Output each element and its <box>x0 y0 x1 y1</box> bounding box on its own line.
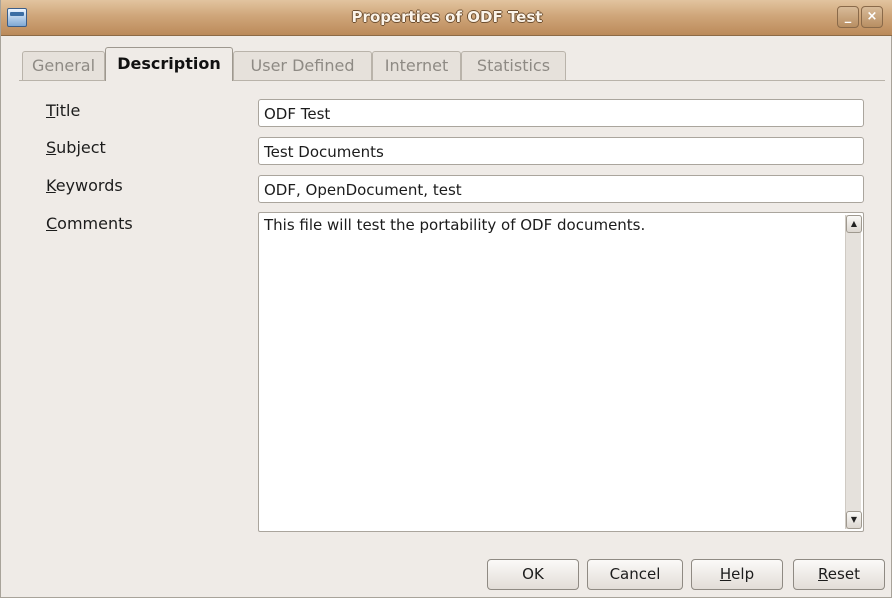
keywords-field[interactable]: ODF, OpenDocument, test <box>258 175 864 203</box>
comments-field[interactable]: This file will test the portability of O… <box>258 212 864 532</box>
reset-button[interactable]: Reset <box>793 559 885 590</box>
close-button[interactable]: × <box>861 6 883 28</box>
tab-description[interactable]: Description <box>105 47 233 81</box>
ok-button[interactable]: OK <box>487 559 579 590</box>
scroll-up-icon[interactable]: ▲ <box>846 215 862 233</box>
subject-field[interactable]: Test Documents <box>258 137 864 165</box>
title-bar[interactable]: Properties of ODF Test _ × <box>1 0 892 36</box>
help-button[interactable]: Help <box>691 559 783 590</box>
title-label: Title <box>46 101 81 120</box>
comments-label: Comments <box>46 214 133 233</box>
tab-statistics[interactable]: Statistics <box>461 51 566 80</box>
tab-general[interactable]: General <box>22 51 105 80</box>
tab-user-defined[interactable]: User Defined <box>233 51 372 80</box>
scroll-down-icon[interactable]: ▼ <box>846 511 862 529</box>
tab-internet[interactable]: Internet <box>372 51 461 80</box>
title-field[interactable]: ODF Test <box>258 99 864 127</box>
subject-label: Subject <box>46 138 106 157</box>
minimize-button[interactable]: _ <box>837 6 859 28</box>
comments-scrollbar[interactable]: ▲ ▼ <box>845 215 862 529</box>
window-title: Properties of ODF Test <box>351 8 543 26</box>
cancel-button[interactable]: Cancel <box>587 559 683 590</box>
properties-dialog: Properties of ODF Test _ × General Descr… <box>0 0 892 598</box>
comments-text: This file will test the portability of O… <box>264 216 646 234</box>
keywords-label: Keywords <box>46 176 123 195</box>
